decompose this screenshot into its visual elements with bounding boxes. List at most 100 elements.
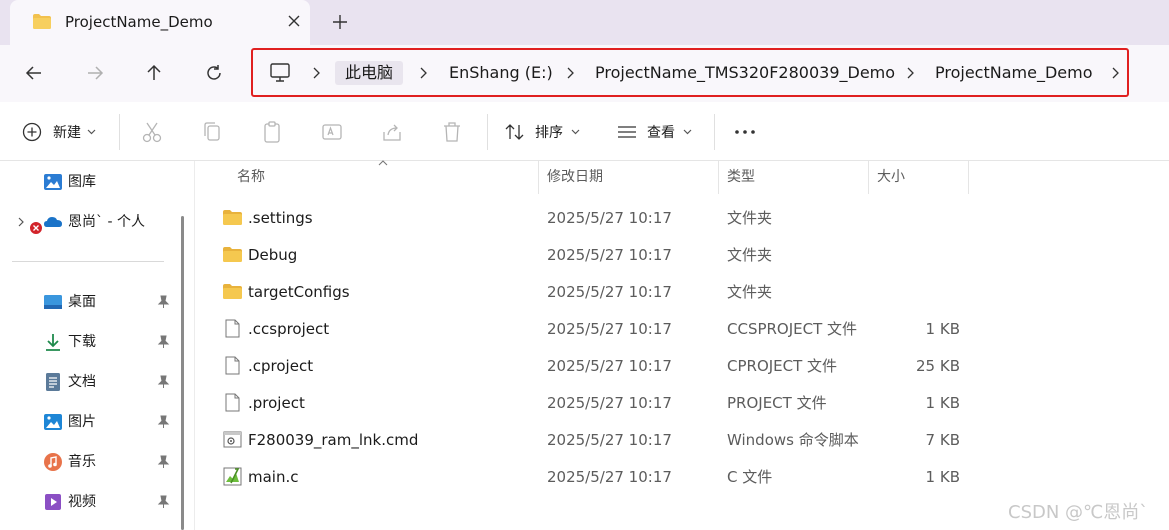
file-icon <box>225 393 240 412</box>
delete-icon[interactable] <box>441 120 463 144</box>
file-size: 1 KB <box>925 468 960 486</box>
file-name: Debug <box>248 246 298 264</box>
forward-arrow-icon[interactable] <box>84 62 106 84</box>
view-button[interactable]: 查看 <box>617 120 692 144</box>
cut-icon[interactable] <box>141 120 163 144</box>
new-button[interactable]: 新建 <box>22 120 96 144</box>
file-row[interactable]: .cproject 2025/5/27 10:17 CPROJECT 文件 25… <box>196 347 1169 384</box>
sidebar-item-label: 图片 <box>68 414 96 430</box>
sidebar-item-pictures[interactable]: 图片 <box>0 407 178 437</box>
column-header-size[interactable]: 大小 <box>869 161 969 194</box>
paste-icon[interactable] <box>261 120 283 144</box>
file-type: 文件夹 <box>727 283 773 301</box>
chevron-right-icon[interactable] <box>905 66 915 80</box>
file-size: 1 KB <box>925 394 960 412</box>
this-pc-icon[interactable] <box>269 63 291 83</box>
sidebar-item-gallery[interactable]: 图库 <box>0 167 178 197</box>
sidebar-item-documents[interactable]: 文档 <box>0 367 178 397</box>
file-type: CCSPROJECT 文件 <box>727 320 858 338</box>
refresh-icon[interactable] <box>203 62 225 84</box>
pin-icon[interactable] <box>157 375 170 389</box>
sidebar-scrollbar[interactable] <box>181 216 184 530</box>
copy-icon[interactable] <box>201 120 223 144</box>
file-date: 2025/5/27 10:17 <box>547 209 672 227</box>
sidebar-item-label: 文档 <box>68 374 96 390</box>
pin-icon[interactable] <box>157 295 170 309</box>
c-source-icon <box>223 467 242 486</box>
breadcrumb-this-pc[interactable]: 此电脑 <box>335 61 404 85</box>
breadcrumb-current-folder[interactable]: ProjectName_Demo <box>935 61 1092 85</box>
file-date: 2025/5/27 10:17 <box>547 394 672 412</box>
file-name: .ccsproject <box>248 320 330 338</box>
column-header-name[interactable]: 名称 <box>229 161 539 194</box>
add-circle-icon <box>22 122 42 142</box>
rename-icon[interactable] <box>321 120 343 144</box>
navigation-pane: 图库 恩尚` - 个人 桌面 下载 文档 图片 音乐 视频 <box>0 161 178 530</box>
chevron-right-icon[interactable] <box>1110 66 1120 80</box>
sidebar-item-label: 恩尚` - 个人 <box>68 214 145 230</box>
view-button-label: 查看 <box>647 125 675 141</box>
file-row[interactable]: Debug 2025/5/27 10:17 文件夹 <box>196 236 1169 273</box>
breadcrumb-parent-folder[interactable]: ProjectName_TMS320F280039_Demo <box>595 61 895 85</box>
chevron-down-icon <box>571 129 580 135</box>
up-arrow-icon[interactable] <box>143 62 165 84</box>
sidebar-item-music[interactable]: 音乐 <box>0 447 178 477</box>
chevron-right-icon[interactable] <box>311 66 321 80</box>
download-icon <box>46 334 60 351</box>
tab-projectname-demo[interactable]: ProjectName_Demo <box>10 0 310 45</box>
file-row[interactable]: targetConfigs 2025/5/27 10:17 文件夹 <box>196 273 1169 310</box>
file-row[interactable]: main.c 2025/5/27 10:17 C 文件 1 KB <box>196 458 1169 495</box>
file-date: 2025/5/27 10:17 <box>547 468 672 486</box>
sidebar-item-label: 音乐 <box>68 454 96 470</box>
file-name: targetConfigs <box>248 283 350 301</box>
column-header-type[interactable]: 类型 <box>719 161 869 194</box>
breadcrumb-drive[interactable]: EnShang (E:) <box>449 61 553 85</box>
share-icon[interactable] <box>381 120 403 144</box>
file-row[interactable]: F280039_ram_lnk.cmd 2025/5/27 10:17 Wind… <box>196 421 1169 458</box>
sidebar-item-onedrive[interactable]: 恩尚` - 个人 <box>0 207 178 237</box>
pin-icon[interactable] <box>157 455 170 469</box>
sort-button[interactable]: 排序 <box>505 120 580 144</box>
file-type: PROJECT 文件 <box>727 394 827 412</box>
file-date: 2025/5/27 10:17 <box>547 357 672 375</box>
more-options-icon[interactable] <box>734 120 756 144</box>
command-bar: 新建 排序 查看 <box>0 102 1169 161</box>
file-name: F280039_ram_lnk.cmd <box>248 431 419 449</box>
file-size: 1 KB <box>925 320 960 338</box>
file-icon <box>225 356 240 375</box>
sort-icon <box>505 124 524 140</box>
sidebar-item-desktop[interactable]: 桌面 <box>0 287 178 317</box>
sidebar-item-downloads[interactable]: 下载 <box>0 327 178 357</box>
file-date: 2025/5/27 10:17 <box>547 246 672 264</box>
divider <box>714 114 715 150</box>
file-row[interactable]: .settings 2025/5/27 10:17 文件夹 <box>196 199 1169 236</box>
chevron-right-icon[interactable] <box>17 217 25 227</box>
file-type: 文件夹 <box>727 209 773 227</box>
file-type: Windows 命令脚本 <box>727 431 859 449</box>
file-row[interactable]: .ccsproject 2025/5/27 10:17 CCSPROJECT 文… <box>196 310 1169 347</box>
column-header-date[interactable]: 修改日期 <box>539 161 719 194</box>
chevron-right-icon[interactable] <box>565 66 575 80</box>
pin-icon[interactable] <box>157 495 170 509</box>
cmd-script-icon <box>223 431 242 448</box>
pane-divider[interactable] <box>194 161 195 530</box>
pin-icon[interactable] <box>157 415 170 429</box>
pin-icon[interactable] <box>157 335 170 349</box>
documents-icon <box>46 373 60 391</box>
file-row[interactable]: .project 2025/5/27 10:17 PROJECT 文件 1 KB <box>196 384 1169 421</box>
sidebar-item-videos[interactable]: 视频 <box>0 487 178 517</box>
folder-icon <box>223 284 242 299</box>
file-size: 7 KB <box>925 431 960 449</box>
file-size: 25 KB <box>916 357 960 375</box>
music-icon <box>44 453 62 471</box>
address-bar[interactable]: 此电脑 EnShang (E:) ProjectName_TMS320F2800… <box>251 48 1129 97</box>
back-arrow-icon[interactable] <box>23 62 45 84</box>
column-header-row: 名称 修改日期 类型 大小 <box>196 160 1169 194</box>
tab-strip: ProjectName_Demo <box>0 0 1169 45</box>
chevron-right-icon[interactable] <box>418 66 428 80</box>
close-icon[interactable] <box>285 12 303 30</box>
pictures-icon <box>44 414 62 430</box>
new-button-label: 新建 <box>53 125 81 141</box>
file-type: CPROJECT 文件 <box>727 357 838 375</box>
new-tab-icon[interactable] <box>330 12 350 32</box>
